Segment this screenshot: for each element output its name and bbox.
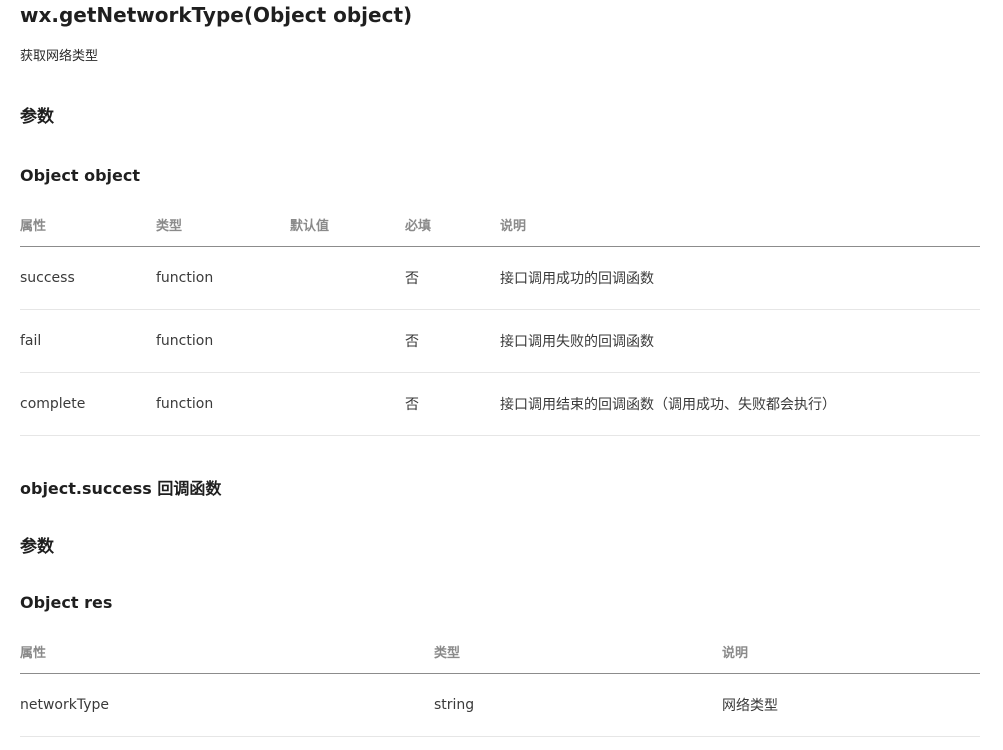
header-required: 必填: [405, 202, 500, 247]
cell-type: string: [434, 673, 722, 737]
page-description: 获取网络类型: [20, 49, 99, 64]
header-description: 说明: [500, 202, 980, 247]
cell-description: 网络类型: [722, 673, 980, 737]
res-table: 属性 类型 说明 networkType string 网络类型: [20, 629, 980, 737]
header-type: 类型: [434, 629, 722, 674]
object-heading: Object object: [20, 166, 141, 185]
header-type: 类型: [156, 202, 290, 247]
page-title: wx.getNetworkType(Object object): [20, 3, 413, 27]
object-params-table: 属性 类型 默认值 必填 说明 success function 否 接口调用成…: [20, 202, 980, 436]
res-heading: Object res: [20, 593, 113, 612]
cell-name: fail: [20, 309, 156, 373]
cell-name: success: [20, 246, 156, 310]
cell-default: [290, 246, 405, 310]
table-row: success function 否 接口调用成功的回调函数: [20, 246, 980, 310]
table-header-row: 属性 类型 说明: [20, 629, 980, 674]
cell-default: [290, 309, 405, 373]
cell-description: 接口调用结束的回调函数（调用成功、失败都会执行）: [500, 372, 980, 436]
table-header-row: 属性 类型 默认值 必填 说明: [20, 202, 980, 247]
cell-name: networkType: [20, 673, 434, 737]
cell-type: function: [156, 309, 290, 373]
table-row: fail function 否 接口调用失败的回调函数: [20, 309, 980, 373]
table-row: complete function 否 接口调用结束的回调函数（调用成功、失败都…: [20, 372, 980, 436]
cell-required: 否: [405, 309, 500, 373]
cell-type: function: [156, 372, 290, 436]
cell-name: complete: [20, 372, 156, 436]
cell-description: 接口调用失败的回调函数: [500, 309, 980, 373]
table-row: networkType string 网络类型: [20, 673, 980, 737]
cell-type: function: [156, 246, 290, 310]
cell-required: 否: [405, 246, 500, 310]
header-property: 属性: [20, 202, 156, 247]
cell-required: 否: [405, 372, 500, 436]
success-callback-heading: object.success 回调函数: [20, 479, 222, 498]
params-heading: 参数: [20, 107, 54, 127]
success-params-heading: 参数: [20, 537, 54, 557]
cell-description: 接口调用成功的回调函数: [500, 246, 980, 310]
header-default: 默认值: [290, 202, 405, 247]
header-description: 说明: [722, 629, 980, 674]
cell-default: [290, 372, 405, 436]
header-property: 属性: [20, 629, 434, 674]
